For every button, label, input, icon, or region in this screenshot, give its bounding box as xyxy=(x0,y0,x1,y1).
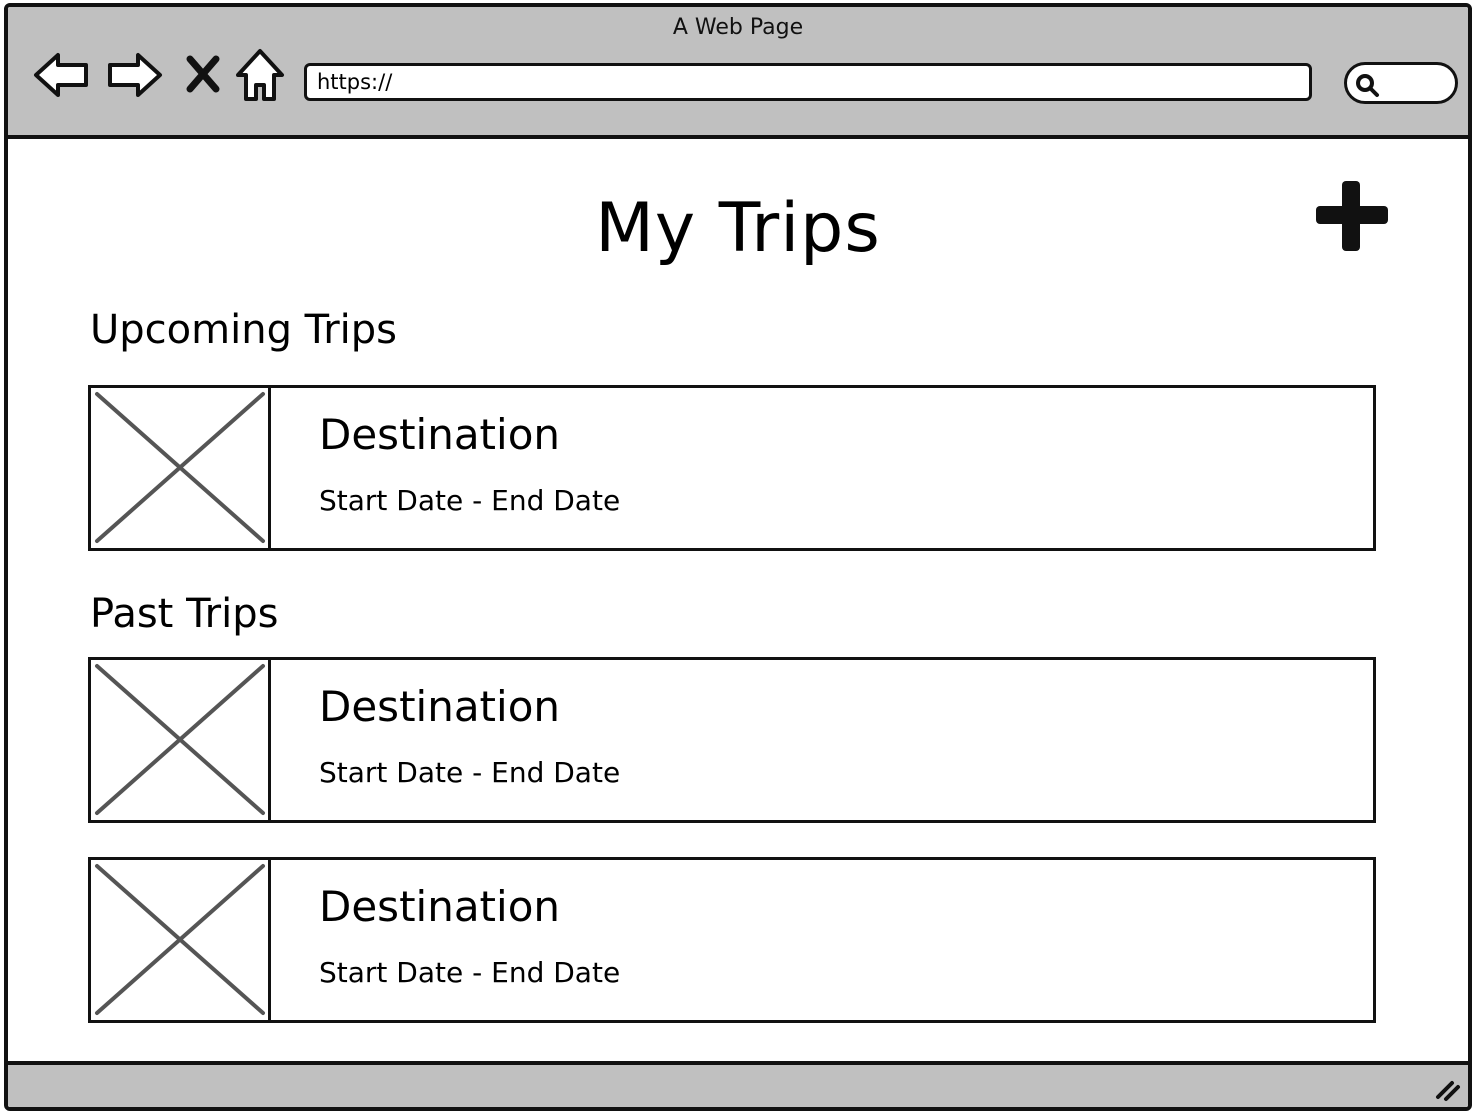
trip-dates: Start Date - End Date xyxy=(319,484,621,517)
back-icon xyxy=(34,53,88,97)
trip-image-placeholder xyxy=(91,388,271,548)
upcoming-trips-heading: Upcoming Trips xyxy=(90,307,398,353)
url-input[interactable]: https:// xyxy=(304,63,1312,101)
window-title: A Web Page xyxy=(672,15,804,40)
trip-card-past-2[interactable]: Destination Start Date - End Date xyxy=(88,857,1376,1023)
forward-icon xyxy=(108,53,162,97)
image-placeholder-icon xyxy=(95,664,265,815)
browser-window: A Web Page https:// My Trips Upcoming Tr… xyxy=(4,3,1472,1111)
trip-dates: Start Date - End Date xyxy=(319,956,621,989)
browser-toolbar: A Web Page https:// xyxy=(8,7,1468,139)
trip-destination: Destination xyxy=(319,882,561,931)
trip-image-placeholder xyxy=(91,660,271,820)
trip-destination: Destination xyxy=(319,410,561,459)
image-placeholder-icon xyxy=(95,864,265,1015)
home-button[interactable] xyxy=(230,45,290,105)
image-placeholder-icon xyxy=(95,392,265,543)
trip-destination: Destination xyxy=(319,682,561,731)
past-trips-heading: Past Trips xyxy=(90,591,279,637)
home-icon xyxy=(236,49,284,101)
stop-button[interactable] xyxy=(174,45,234,105)
close-icon xyxy=(186,55,220,93)
search-icon xyxy=(1356,74,1379,97)
forward-button[interactable] xyxy=(104,45,164,105)
status-bar xyxy=(8,1061,1468,1107)
trip-card-upcoming-1[interactable]: Destination Start Date - End Date xyxy=(88,385,1376,551)
trip-image-placeholder xyxy=(91,860,271,1020)
page-content: My Trips Upcoming Trips Destination Star… xyxy=(8,139,1468,1065)
trip-card-past-1[interactable]: Destination Start Date - End Date xyxy=(88,657,1376,823)
search-field[interactable] xyxy=(1344,62,1458,104)
back-button[interactable] xyxy=(32,45,92,105)
page-title: My Trips xyxy=(595,189,881,268)
add-trip-button[interactable] xyxy=(1314,179,1390,253)
trip-dates: Start Date - End Date xyxy=(319,756,621,789)
resize-grip-icon[interactable] xyxy=(1432,1073,1462,1103)
plus-icon xyxy=(1316,181,1388,251)
